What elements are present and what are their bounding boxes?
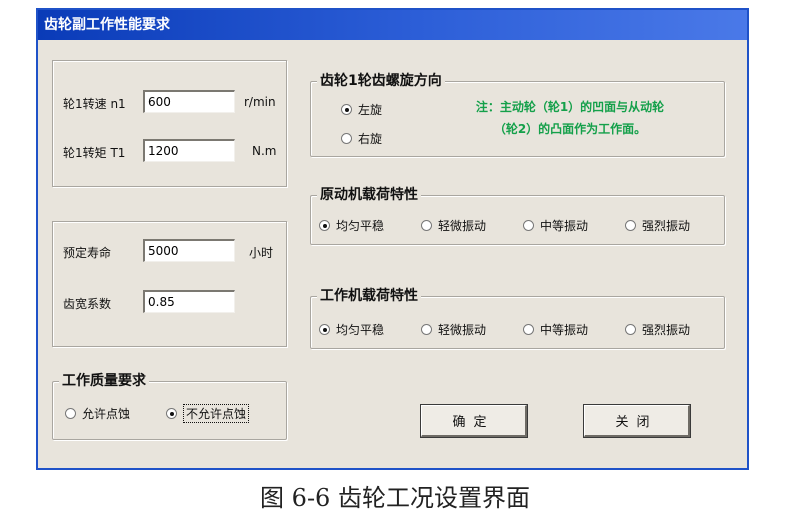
radio-circle bbox=[421, 220, 432, 231]
helix-note-line2: （轮2）的凸面作为工作面。 bbox=[493, 122, 647, 136]
speed-input[interactable]: 600 bbox=[143, 90, 235, 113]
radio-circle bbox=[65, 408, 76, 419]
radio-label: 轻微振动 bbox=[438, 219, 487, 233]
radio-machine-heavy[interactable]: 强烈振动 bbox=[625, 321, 690, 338]
radio-label: 均匀平稳 bbox=[336, 323, 385, 337]
torque-input[interactable]: 1200 bbox=[143, 139, 235, 162]
radio-label: 强烈振动 bbox=[642, 219, 691, 233]
life-label: 预定寿命 bbox=[63, 246, 112, 260]
machine-load-group: 工作机载荷特性 均匀平稳 轻微振动 中等振动 强烈振动 bbox=[310, 285, 725, 349]
machine-load-group-title: 工作机载荷特性 bbox=[317, 285, 421, 305]
radio-no-pitting[interactable]: 不允许点蚀 bbox=[166, 404, 250, 423]
radio-label: 均匀平稳 bbox=[336, 219, 385, 233]
radio-left-hand[interactable]: 左旋 bbox=[341, 101, 382, 118]
life-panel: 预定寿命 5000 小时 齿宽系数 0.85 bbox=[52, 221, 287, 347]
radio-driver-medium[interactable]: 中等振动 bbox=[523, 217, 588, 234]
helix-note-line1: 注：主动轮（轮1）的凹面与从动轮 bbox=[475, 100, 665, 114]
dialog-window: 齿轮副工作性能要求 轮1转速 n1 600 r/min 轮1转矩 T1 1200… bbox=[36, 8, 749, 470]
width-input[interactable]: 0.85 bbox=[143, 290, 235, 313]
window-title: 齿轮副工作性能要求 bbox=[38, 10, 747, 40]
close-button[interactable]: 关闭 bbox=[584, 405, 690, 437]
radio-label: 中等振动 bbox=[540, 219, 589, 233]
radio-label: 强烈振动 bbox=[642, 323, 691, 337]
speed-label: 轮1转速 n1 bbox=[63, 97, 126, 111]
driver-load-group-title: 原动机载荷特性 bbox=[317, 184, 421, 204]
radio-right-hand[interactable]: 右旋 bbox=[341, 130, 382, 147]
radio-driver-light[interactable]: 轻微振动 bbox=[421, 217, 486, 234]
quality-group: 工作质量要求 允许点蚀 不允许点蚀 bbox=[52, 370, 287, 440]
radio-machine-medium[interactable]: 中等振动 bbox=[523, 321, 588, 338]
radio-label: 左旋 bbox=[358, 103, 383, 117]
radio-circle bbox=[421, 324, 432, 335]
width-label: 齿宽系数 bbox=[63, 297, 112, 311]
helix-note: 注：主动轮（轮1）的凹面与从动轮 （轮2）的凸面作为工作面。 bbox=[425, 96, 715, 140]
ok-button[interactable]: 确定 bbox=[421, 405, 527, 437]
helix-group: 齿轮1轮齿螺旋方向 左旋 右旋 注：主动轮（轮1）的凹面与从动轮 （轮2）的凸面… bbox=[310, 70, 725, 157]
radio-label: 不允许点蚀 bbox=[183, 404, 250, 423]
life-input[interactable]: 5000 bbox=[143, 239, 235, 262]
radio-circle bbox=[341, 133, 352, 144]
radio-label: 右旋 bbox=[358, 132, 383, 146]
figure-caption: 图 6-6 齿轮工况设置界面 bbox=[260, 484, 530, 512]
radio-circle bbox=[625, 220, 636, 231]
torque-unit: N.m bbox=[252, 144, 277, 158]
radio-machine-light[interactable]: 轻微振动 bbox=[421, 321, 486, 338]
radio-label: 轻微振动 bbox=[438, 323, 487, 337]
radio-circle-selected bbox=[341, 104, 352, 115]
speed-unit: r/min bbox=[244, 95, 276, 109]
radio-machine-uniform[interactable]: 均匀平稳 bbox=[319, 321, 384, 338]
load-panel: 轮1转速 n1 600 r/min 轮1转矩 T1 1200 N.m bbox=[52, 60, 287, 187]
radio-circle-selected bbox=[319, 220, 330, 231]
radio-label: 中等振动 bbox=[540, 323, 589, 337]
radio-circle bbox=[523, 220, 534, 231]
radio-circle-selected bbox=[166, 408, 177, 419]
radio-circle bbox=[523, 324, 534, 335]
helix-group-title: 齿轮1轮齿螺旋方向 bbox=[317, 70, 445, 90]
radio-allow-pitting[interactable]: 允许点蚀 bbox=[65, 405, 130, 422]
radio-label: 允许点蚀 bbox=[82, 407, 131, 421]
radio-circle-selected bbox=[319, 324, 330, 335]
driver-load-group: 原动机载荷特性 均匀平稳 轻微振动 中等振动 强烈振动 bbox=[310, 184, 725, 245]
quality-group-title: 工作质量要求 bbox=[59, 370, 149, 390]
radio-driver-heavy[interactable]: 强烈振动 bbox=[625, 217, 690, 234]
radio-driver-uniform[interactable]: 均匀平稳 bbox=[319, 217, 384, 234]
life-unit: 小时 bbox=[249, 246, 274, 260]
torque-label: 轮1转矩 T1 bbox=[63, 146, 126, 160]
radio-circle bbox=[625, 324, 636, 335]
